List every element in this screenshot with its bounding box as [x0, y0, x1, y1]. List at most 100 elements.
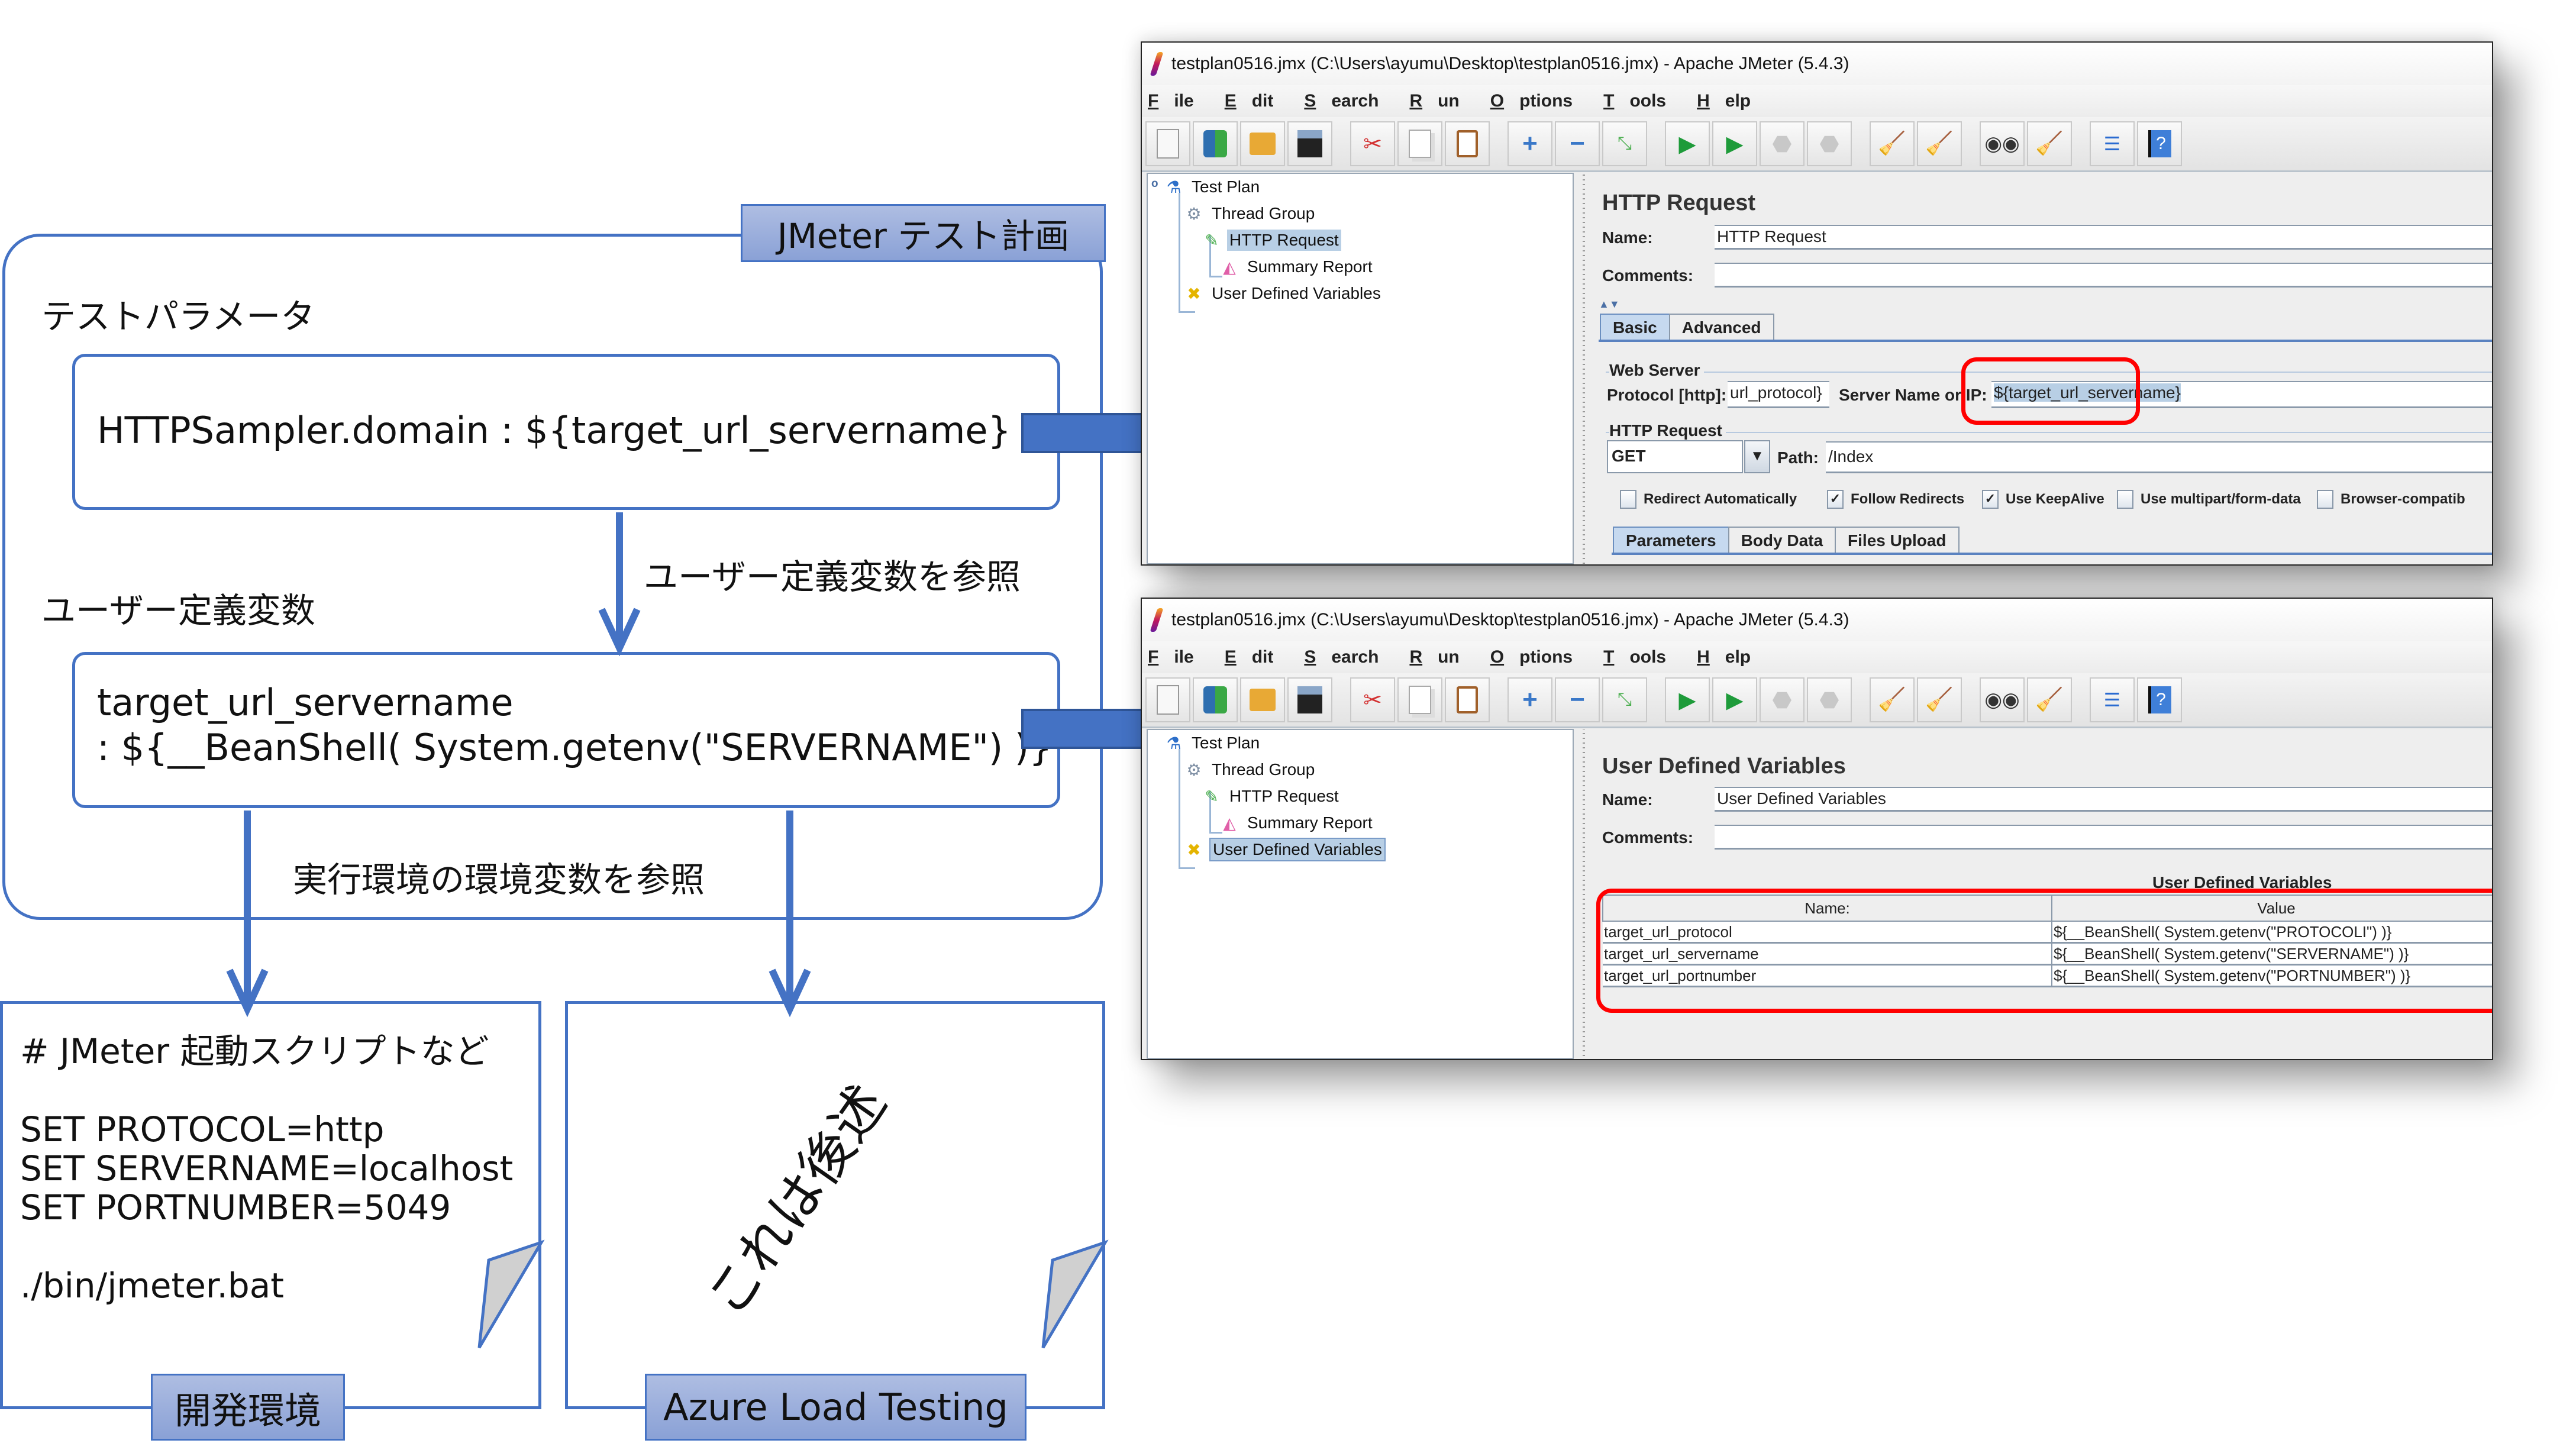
reset-search-icon: 🧹 — [2035, 687, 2064, 712]
reset-search-button[interactable]: 🧹 — [2027, 121, 2072, 166]
name-field[interactable]: User Defined Variables — [1715, 787, 2492, 812]
save-button[interactable] — [1287, 121, 1332, 166]
expand-test-plan-knob[interactable]: ᵒ — [1151, 176, 1158, 195]
collapse-all-button[interactable]: − — [1555, 677, 1600, 722]
tree-item-user-defined-variables[interactable]: ✖ User Defined Variables — [1184, 282, 1383, 305]
tree-item-summary-report[interactable]: ◭ Summary Report — [1220, 811, 1375, 835]
follow-redirects-checkbox[interactable]: ✓ Follow Redirects — [1827, 490, 1964, 509]
shutdown-button[interactable]: ⬣ — [1807, 121, 1852, 166]
cut-button[interactable]: ✂ — [1350, 121, 1395, 166]
menu-options[interactable]: Options — [1490, 647, 1588, 667]
save-button[interactable] — [1287, 677, 1332, 722]
search-button[interactable]: ◉◉ — [1980, 121, 2025, 166]
pipette-icon: ✎ — [1205, 231, 1219, 250]
comments-field[interactable] — [1715, 263, 2492, 288]
comments-field[interactable] — [1715, 825, 2492, 850]
toggle-button[interactable]: ⤡ — [1602, 121, 1647, 166]
tree-item-summary-report[interactable]: ◭ Summary Report — [1220, 255, 1375, 279]
new-button[interactable] — [1145, 121, 1190, 166]
menu-run[interactable]: Run — [1409, 91, 1474, 111]
paste-button[interactable] — [1445, 121, 1490, 166]
menu-help[interactable]: Help — [1697, 91, 1766, 111]
toggle-button[interactable]: ⤡ — [1602, 677, 1647, 722]
menu-file[interactable]: File — [1148, 91, 1209, 111]
menu-help[interactable]: Help — [1697, 647, 1766, 667]
browser-compatible-checkbox[interactable]: Browser-compatib — [2317, 490, 2465, 509]
use-keepalive-checkbox[interactable]: ✓ Use KeepAlive — [1982, 490, 2104, 509]
clear-all-icon: 🧹 — [1925, 131, 1954, 156]
templates-button[interactable] — [1193, 677, 1238, 722]
function-helper-button[interactable]: ☰ — [2090, 677, 2135, 722]
test-plan-tree[interactable]: ⚗ Test Plan ⚙ Thread Group ✎ HTTP Reques… — [1147, 729, 1574, 1059]
tab-advanced[interactable]: Advanced — [1668, 314, 1774, 341]
help-button[interactable]: ? — [2137, 121, 2182, 166]
open-button[interactable] — [1240, 121, 1285, 166]
tree-item-thread-group[interactable]: ⚙ Thread Group — [1184, 202, 1317, 225]
open-button[interactable] — [1240, 677, 1285, 722]
tab-files-upload[interactable]: Files Upload — [1835, 527, 1960, 554]
method-dropdown-chevron-icon[interactable]: ▼ — [1744, 440, 1770, 473]
search-button[interactable]: ◉◉ — [1980, 677, 2025, 722]
menu-search[interactable]: Search — [1304, 647, 1394, 667]
menu-options-mnemonic: O — [1490, 91, 1505, 111]
reset-search-icon: 🧹 — [2035, 131, 2064, 156]
help-button[interactable]: ? — [2137, 677, 2182, 722]
collapse-arrows-icon[interactable]: ▲▼ — [1599, 298, 1620, 311]
cut-button[interactable]: ✂ — [1350, 677, 1395, 722]
tree-item-test-plan[interactable]: ⚗ Test Plan — [1164, 175, 1262, 199]
name-field[interactable]: HTTP Request — [1715, 225, 2492, 250]
copy-button[interactable] — [1397, 677, 1442, 722]
tree-item-http-request[interactable]: ✎ HTTP Request — [1202, 784, 1341, 808]
azure-load-testing-tag: Azure Load Testing — [645, 1374, 1026, 1441]
reset-search-button[interactable]: 🧹 — [2027, 677, 2072, 722]
menu-run[interactable]: Run — [1409, 647, 1474, 667]
start-no-pauses-button[interactable]: ▶ — [1712, 677, 1757, 722]
menu-search[interactable]: Search — [1304, 91, 1394, 111]
protocol-label: Protocol [http]: — [1607, 386, 1727, 404]
test-plan-tree[interactable]: ᵒ ⚗ Test Plan ⚙ Thread Group ✎ HTTP Requ… — [1147, 173, 1574, 564]
menu-file[interactable]: File — [1148, 647, 1209, 667]
function-helper-button[interactable]: ☰ — [2090, 121, 2135, 166]
clear-button[interactable]: 🧹 — [1870, 677, 1915, 722]
shutdown-button[interactable]: ⬣ — [1807, 677, 1852, 722]
start-button[interactable]: ▶ — [1665, 121, 1710, 166]
checkbox-label: Redirect Automatically — [1644, 491, 1797, 507]
stop-button[interactable]: ⬣ — [1760, 677, 1805, 722]
split-pane-divider[interactable] — [1575, 729, 1593, 1059]
tree-item-thread-group[interactable]: ⚙ Thread Group — [1184, 758, 1317, 782]
stop-button[interactable]: ⬣ — [1760, 121, 1805, 166]
collapse-all-button[interactable]: − — [1555, 121, 1600, 166]
start-no-pauses-button[interactable]: ▶ — [1712, 121, 1757, 166]
tab-basic[interactable]: Basic — [1600, 314, 1670, 341]
name-label: Name: — [1602, 790, 1653, 809]
checkbox-box — [1620, 490, 1636, 509]
tab-parameters[interactable]: Parameters — [1613, 527, 1729, 554]
expand-all-button[interactable]: + — [1507, 677, 1552, 722]
redirect-automatically-checkbox[interactable]: Redirect Automatically — [1620, 490, 1797, 509]
clear-button[interactable]: 🧹 — [1870, 121, 1915, 166]
new-button[interactable] — [1145, 677, 1190, 722]
menu-options[interactable]: Options — [1490, 91, 1588, 111]
path-field[interactable]: /Index — [1826, 441, 2492, 473]
expand-all-button[interactable]: + — [1507, 121, 1552, 166]
clear-all-button[interactable]: 🧹 — [1917, 121, 1962, 166]
tree-item-test-plan[interactable]: ⚗ Test Plan — [1164, 731, 1262, 755]
expand-icon: + — [1522, 129, 1538, 158]
split-pane-divider[interactable] — [1575, 173, 1593, 564]
paste-button[interactable] — [1445, 677, 1490, 722]
menu-edit[interactable]: Edit — [1225, 647, 1289, 667]
tree-item-http-request[interactable]: ✎ HTTP Request — [1202, 228, 1341, 252]
templates-button[interactable] — [1193, 121, 1238, 166]
method-select[interactable]: GET — [1607, 440, 1743, 473]
tree-item-user-defined-variables[interactable]: ✖ User Defined Variables — [1184, 838, 1386, 861]
menu-edit[interactable]: Edit — [1225, 91, 1289, 111]
start-button[interactable]: ▶ — [1665, 677, 1710, 722]
copy-button[interactable] — [1397, 121, 1442, 166]
menu-tools[interactable]: Tools — [1603, 91, 1681, 111]
menu-options-label: ptions — [1519, 91, 1573, 111]
menu-tools[interactable]: Tools — [1603, 647, 1681, 667]
clear-all-button[interactable]: 🧹 — [1917, 677, 1962, 722]
use-multipart-checkbox[interactable]: Use multipart/form-data — [2117, 490, 2301, 509]
tab-body-data[interactable]: Body Data — [1728, 527, 1836, 554]
protocol-field[interactable]: url_protocol} — [1728, 381, 1829, 408]
